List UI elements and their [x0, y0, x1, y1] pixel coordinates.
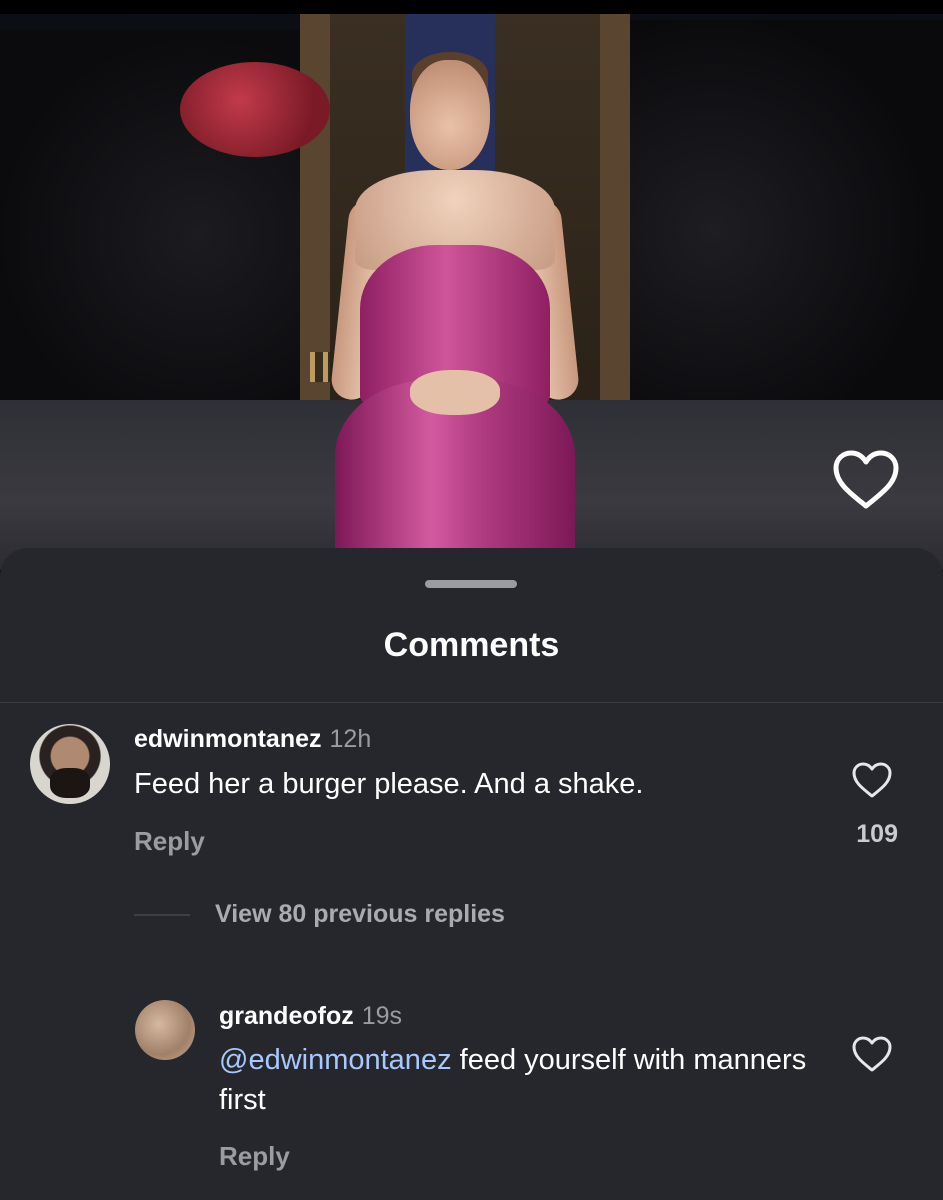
sheet-title: Comments — [383, 626, 560, 664]
avatar-beard — [50, 768, 90, 798]
view-replies-button[interactable]: View 80 previous replies — [215, 900, 505, 929]
comment-timestamp: 12h — [329, 725, 372, 753]
heart-icon[interactable] — [830, 448, 902, 512]
drag-handle[interactable] — [425, 580, 517, 588]
avatar[interactable] — [135, 1000, 195, 1060]
replies-line — [134, 914, 190, 916]
comment-text: Feed her a burger please. And a shake. — [134, 768, 644, 800]
avatar[interactable] — [30, 724, 110, 804]
reply-header: grandeofoz 19s — [219, 1002, 402, 1031]
heart-outline-icon[interactable] — [850, 760, 894, 800]
performer-head — [410, 60, 490, 170]
video-player[interactable]: 253K — [0, 0, 943, 570]
stage-pillar — [600, 14, 630, 414]
reply-timestamp: 19s — [361, 1002, 403, 1030]
comment-like-count: 109 — [856, 820, 898, 848]
divider — [0, 702, 943, 703]
reply-text: @edwinmontanez feed yourself with manner… — [219, 1040, 819, 1120]
performer — [329, 50, 581, 570]
reply-button[interactable]: Reply — [219, 1141, 290, 1172]
comments-sheet: Comments edwinmontanez 12h Feed her a bur… — [0, 548, 943, 1200]
comment-username[interactable]: edwinmontanez — [134, 725, 322, 753]
heart-outline-icon[interactable] — [850, 1034, 894, 1074]
status-strip — [0, 0, 943, 14]
reply-username[interactable]: grandeofoz — [219, 1002, 354, 1030]
comment-header: edwinmontanez 12h — [134, 725, 371, 754]
reply-button[interactable]: Reply — [134, 826, 205, 857]
mention-link[interactable]: @edwinmontanez — [219, 1044, 452, 1076]
flower-arrangement — [180, 62, 330, 157]
performer-hands — [410, 370, 500, 415]
